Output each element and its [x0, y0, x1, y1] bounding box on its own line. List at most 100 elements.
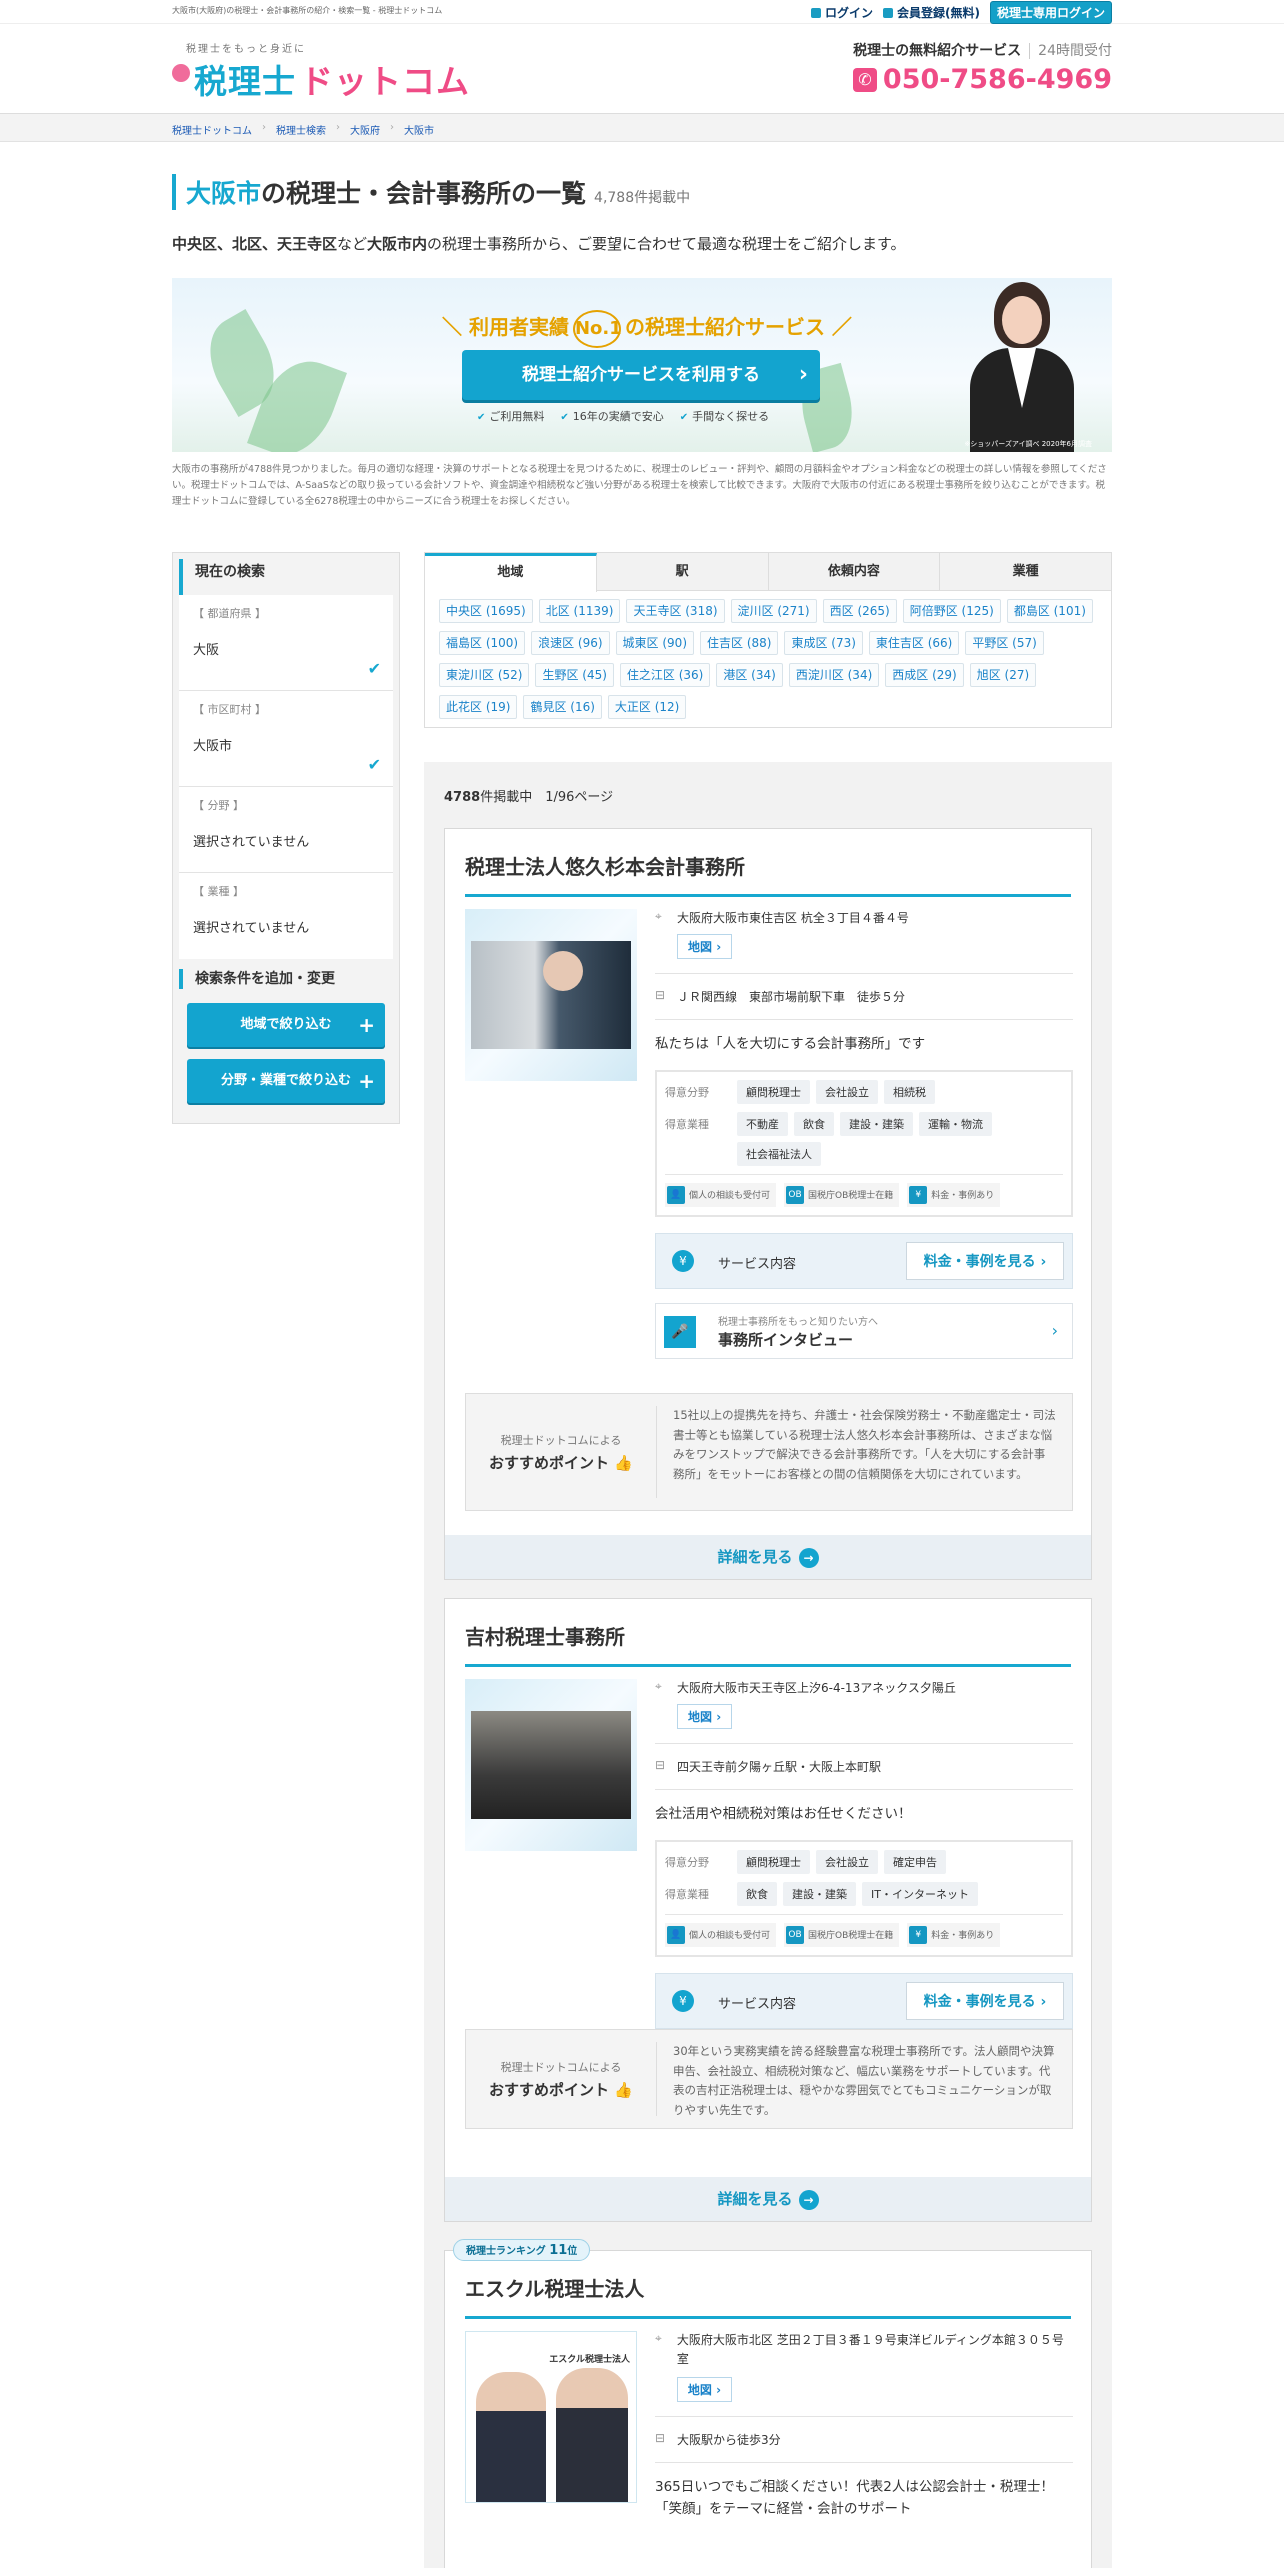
area-link[interactable]: 淀川区 (271)	[730, 599, 817, 623]
industries-tags: 不動産 飲食 建設・建築 運輸・物流 社会福祉法人	[737, 1111, 1057, 1166]
office-card: 税理士ランキング 11位 エスクル税理士法人 エスクル税理士法人 ⌖ 大阪府大阪市…	[444, 2239, 1092, 2568]
office-name[interactable]: エスクル税理士法人	[465, 2273, 1071, 2319]
filter-by-field-button[interactable]: 分野・業種で絞り込む +	[187, 1059, 385, 1103]
area-link[interactable]: 東住吉区 (66)	[868, 631, 960, 655]
results-panel: 4788件掲載中 1/96ページ 税理士法人悠久杉本会計事務所 ⌖ 大阪府大阪市東…	[424, 762, 1112, 2568]
industries-label: 得意業種	[665, 1887, 709, 1901]
field-tag: 会社設立	[816, 1849, 878, 1874]
area-link[interactable]: 生野区 (45)	[535, 663, 614, 687]
feature-row: 👤 個人の相談も受付可 OB 国税庁OB税理士在籍 ¥ 料金・事例あり	[665, 1913, 1063, 1947]
office-station: ＪＲ関西線 東部市場前駅下車 徒歩５分	[677, 990, 906, 1004]
area-link[interactable]: 旭区 (27)	[969, 663, 1037, 687]
details-button[interactable]: 詳細を見る →	[445, 1535, 1091, 1579]
service-label: 税理士の無料紹介サービス	[853, 43, 1022, 59]
area-link[interactable]: 天王寺区 (318)	[626, 599, 725, 623]
breadcrumb-item[interactable]: 税理士ドットコム	[172, 122, 252, 137]
service-row: ¥ サービス内容 料金・事例を見る	[655, 1232, 1073, 1289]
area-link[interactable]: 住吉区 (88)	[700, 631, 779, 655]
area-link[interactable]: 港区 (34)	[716, 663, 783, 687]
phone-number: 050-7586-4969	[882, 64, 1112, 95]
person-icon: 👤	[667, 1185, 685, 1204]
area-link[interactable]: 大正区 (12)	[607, 695, 687, 719]
filter-value: 選択されていません	[193, 921, 310, 936]
ob-icon: OB	[786, 1185, 805, 1204]
phone-icon: ✆	[852, 67, 877, 92]
industry-tag: IT・インターネット	[862, 1881, 978, 1906]
map-button[interactable]: 地図 ›	[677, 934, 733, 959]
yen-icon: ¥	[672, 1249, 694, 1272]
filter-by-area-button[interactable]: 地域で絞り込む +	[187, 1003, 385, 1047]
map-button[interactable]: 地図 ›	[676, 2377, 733, 2403]
breadcrumb-item[interactable]: 大阪府	[350, 122, 380, 137]
pro-login-button[interactable]: 税理士専用ログイン	[989, 1, 1112, 24]
login-link[interactable]: ログイン	[810, 4, 873, 21]
recommendation-title: おすすめポイント	[489, 2080, 610, 2099]
flower-icon	[172, 64, 190, 82]
site-logo[interactable]: 税理士をもっと身近に 税理士 ドットコム	[172, 40, 470, 103]
area-link[interactable]: 浪速区 (96)	[531, 631, 610, 655]
area-link[interactable]: 西淀川区 (34)	[788, 663, 880, 687]
address-row: ⌖ 大阪府大阪市東住吉区 杭全３丁目４番４号 地図 ›	[655, 909, 1073, 974]
tab-row: 地域 駅 依頼内容 業種	[425, 553, 1111, 592]
office-catchphrase: 会社活用や相続税対策はお任せください！	[655, 1806, 912, 1822]
area-link[interactable]: 鶴見区 (16)	[523, 695, 602, 719]
industry-tag: 建設・建築	[783, 1881, 856, 1906]
area-link[interactable]: 此花区 (19)	[439, 695, 518, 719]
office-catchphrase: 365日いつでもご相談ください！代表2人は公認会計士・税理士！「笑顔」をテーマに…	[655, 2479, 1054, 2517]
logo-tagline: 税理士をもっと身近に	[186, 44, 306, 55]
area-link[interactable]: 西成区 (29)	[885, 663, 964, 687]
tab-area[interactable]: 地域	[425, 553, 597, 592]
area-link[interactable]: 東淀川区 (52)	[439, 663, 530, 687]
yen-icon: ¥	[672, 1989, 694, 2012]
area-link[interactable]: 平野区 (57)	[965, 631, 1044, 655]
office-station: 四天王寺前夕陽ヶ丘駅・大阪上本町駅	[677, 1760, 882, 1774]
office-station: 大阪駅から徒歩3分	[677, 2433, 781, 2448]
tab-station[interactable]: 駅	[597, 553, 769, 590]
details-label: 詳細を見る	[717, 1548, 793, 1566]
referral-service-button[interactable]: 税理士紹介サービスを利用する	[462, 350, 820, 400]
filter-label: 【 業種 】	[193, 885, 244, 898]
area-link[interactable]: 東成区 (73)	[784, 631, 863, 655]
fields-label: 得意分野	[665, 1085, 709, 1099]
pricing-button[interactable]: 料金・事例を見る	[906, 1981, 1064, 2020]
title-rest: の税理士・会計事務所の一覧	[261, 179, 587, 208]
area-link[interactable]: 住之江区 (36)	[619, 663, 711, 687]
breadcrumb-item[interactable]: 税理士検索	[276, 122, 326, 137]
area-link[interactable]: 福島区 (100)	[439, 631, 526, 655]
phone-link[interactable]: ✆ 050-7586-4969	[852, 64, 1112, 95]
top-bar: 大阪市(大阪府)の税理士・会計事務所の紹介・検索一覧 - 税理士ドットコム ログ…	[0, 0, 1284, 24]
title-city: 大阪市	[186, 179, 262, 208]
area-link[interactable]: 西区 (265)	[822, 599, 897, 623]
area-link[interactable]: 中央区 (1695)	[439, 599, 533, 623]
tab-request[interactable]: 依頼内容	[769, 553, 941, 590]
office-name[interactable]: 吉村税理士事務所	[465, 1621, 1071, 1667]
tab-industry[interactable]: 業種	[940, 553, 1111, 590]
office-name[interactable]: 税理士法人悠久杉本会計事務所	[465, 851, 1071, 897]
service-label: サービス内容	[718, 1256, 797, 1272]
area-link[interactable]: 都島区 (101)	[1006, 599, 1093, 623]
chevron-right-icon: ›	[262, 122, 266, 133]
recommendation-text: 15社以上の提携先を持ち、弁護士・社会保険労務士・不動産鑑定士・司法書士等とも協…	[656, 1406, 1072, 1498]
area-link[interactable]: 阿倍野区 (125)	[902, 599, 1001, 623]
pricing-button[interactable]: 料金・事例を見る	[906, 1241, 1064, 1280]
office-photo	[465, 1679, 637, 1851]
address-row: ⌖ 大阪府大阪市天王寺区上汐6-4-13アネックス夕陽丘 地図 ›	[655, 1679, 1073, 1744]
page-title: 大阪市の税理士・会計事務所の一覧 4,788件掲載中	[172, 174, 690, 210]
interview-link[interactable]: 🎤 税理士事務所をもっと知りたい方へ 事務所インタビュー ›	[655, 1302, 1073, 1359]
feature-badge: ¥ 料金・事例あり	[907, 1182, 1001, 1207]
filter-by-field-label: 分野・業種で絞り込む	[220, 1073, 351, 1088]
map-button[interactable]: 地図 ›	[677, 1704, 733, 1729]
area-link[interactable]: 城東区 (90)	[615, 631, 694, 655]
register-link[interactable]: 会員登録(無料)	[883, 4, 980, 21]
edit-icon	[883, 7, 893, 18]
breadcrumb-item[interactable]: 大阪市	[404, 122, 434, 137]
person-figure	[476, 2372, 546, 2502]
banner-point: ご利用無料	[477, 408, 544, 424]
results-count-number: 4788	[444, 790, 481, 805]
recommendation-header: 税理士ドットコムによる おすすめポイント 👍	[466, 2030, 656, 2128]
office-address: 大阪府大阪市東住吉区 杭全３丁目４番４号	[677, 911, 909, 925]
fields-tags: 顧問税理士 会社設立 相続税	[737, 1079, 1057, 1104]
details-button[interactable]: 詳細を見る →	[445, 2177, 1091, 2221]
intro-text: 中央区、北区、天王寺区など大阪市内の税理士事務所から、ご要望に合わせて最適な税理…	[172, 233, 906, 254]
area-link[interactable]: 北区 (1139)	[538, 599, 621, 623]
